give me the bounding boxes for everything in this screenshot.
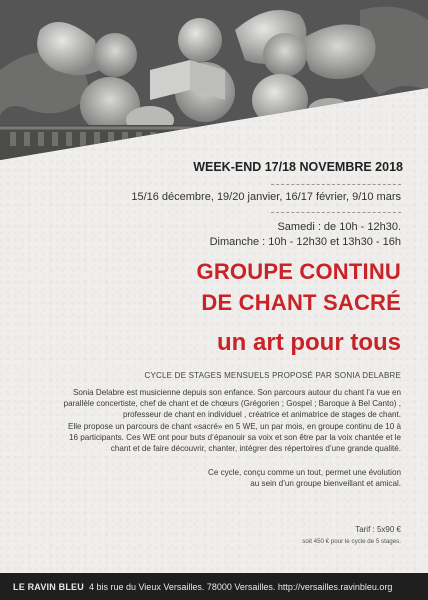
description-line: professeur de chant en individuel , créa… <box>122 410 401 420</box>
title-line-3: un art pour tous <box>217 329 401 356</box>
price-total: soit 450 € pour le cycle de 5 stages. <box>302 538 401 545</box>
footer-bar: LE RAVIN BLEU 4 bis rue du Vieux Versail… <box>0 573 428 600</box>
saturday-schedule: Samedi : de 10h - 12h30. <box>277 221 401 233</box>
title-line-2: DE CHANT SACRÉ <box>201 290 401 315</box>
description-paragraph-2: Ce cycle, conçu comme un tout, permet un… <box>11 467 401 489</box>
session-dates: 15/16 décembre, 19/20 janvier, 16/17 fév… <box>131 191 401 203</box>
cycle-subtitle: CYCLE DE STAGES MENSUELS PROPOSÉ PAR SON… <box>144 371 401 380</box>
divider-top <box>271 184 401 185</box>
footer-brand: LE RAVIN BLEU <box>13 581 84 592</box>
title-line-1: GROUPE CONTINU <box>196 259 401 284</box>
description-paragraph-1: Sonia Delabre est musicienne depuis son … <box>11 387 401 454</box>
description-line: Elle propose un parcours de chant «sacré… <box>68 421 401 431</box>
description-line: Ce cycle, conçu comme un tout, permet un… <box>207 468 401 477</box>
description-line: chant et de faire découvrir, chanter, in… <box>110 444 401 454</box>
divider-middle <box>271 212 401 213</box>
description-line: au sein d’un groupe bienveillant et amic… <box>250 479 401 489</box>
description-line: 16 participants. Ces WE ont pour buts d’… <box>68 432 401 442</box>
description-line: Sonia Delabre est musicienne depuis son … <box>72 388 401 397</box>
description-line: parallèle concertiste, chef de chant et … <box>63 399 401 409</box>
sunday-schedule: Dimanche : 10h - 12h30 et 13h30 - 16h <box>209 236 401 248</box>
footer-address[interactable]: 4 bis rue du Vieux Versailles. 78000 Ver… <box>89 582 393 592</box>
weekend-date: WEEK-END 17/18 NOVEMBRE 2018 <box>193 160 403 174</box>
price-tarif: Tarif : 5x90 € <box>355 525 401 534</box>
